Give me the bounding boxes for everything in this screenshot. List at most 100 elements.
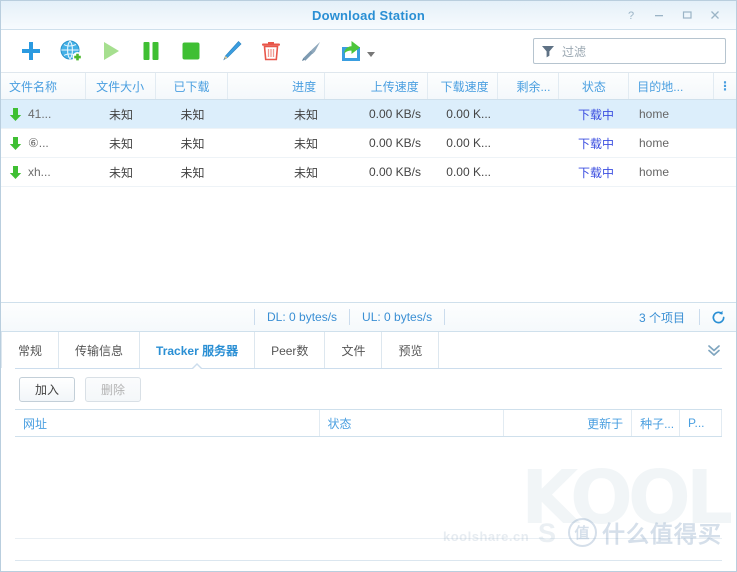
vertical-dots-icon[interactable]: ⋮ [714,73,736,99]
tab-tracker[interactable]: Tracker 服务器 [140,332,256,370]
cell-progress: 未知 [293,107,318,122]
share-button-icon-wrap[interactable] [331,34,371,68]
add-tracker-button[interactable]: 加入 [19,376,75,402]
pause-button[interactable] [131,34,171,68]
column-header-size[interactable]: 文件大小 [86,73,156,99]
table-row[interactable]: 41... 未知 未知 未知 0.00 KB/s 0.00 K... 下载中 h… [1,100,736,129]
status-bar: DL: 0 bytes/s UL: 0 bytes/s 3 个项目 [1,302,736,332]
cell-name: xh... [1,158,86,186]
window-bottom-edge [1,569,736,571]
refresh-icon [712,310,724,323]
cell-remaining [499,158,561,186]
double-chevron-down-icon [708,345,720,356]
column-header-progress[interactable]: 进度 [228,73,326,99]
cell-destination: home [639,107,670,121]
tracker-body-bottom-line [15,560,722,561]
tracker-column-peers[interactable]: P... [680,410,722,436]
filter-placeholder: 过滤 [562,44,587,59]
cell-destination: home [639,136,670,150]
cell-download: 0.00 K... [446,165,491,179]
upload-rate-label: UL: 0 bytes/s [349,309,446,325]
clear-completed-button[interactable] [291,34,331,68]
download-station-window: Download Station ? 过滤 文件名称 文件大小 已下载 进度 上… [0,0,737,572]
share-dropdown-caret[interactable] [367,51,375,57]
tracker-body-divider [15,538,722,539]
cell-download: 0.00 K... [446,136,491,150]
trash-icon [262,42,280,61]
cell-download: 0.00 K... [446,107,491,121]
main-toolbar: 过滤 [1,30,736,73]
svg-text:?: ? [627,10,633,21]
tracker-column-updated[interactable]: 更新于 [504,410,633,436]
cell-size: 未知 [108,165,133,180]
refresh-button[interactable] [699,309,736,325]
table-row[interactable]: ⑥... 未知 未知 未知 0.00 KB/s 0.00 K... 下载中 ho… [1,129,736,158]
task-table-header: 文件名称 文件大小 已下载 进度 上传速度 下载速度 剩余... 状态 目的地.… [1,73,736,100]
tab-transfer[interactable]: 传输信息 [59,332,141,368]
column-header-name[interactable]: 文件名称 [1,73,86,99]
status-bar-right: 3 个项目 [625,309,736,326]
delete-tracker-button: 删除 [85,376,141,402]
window-controls: ? [623,8,736,23]
delete-button[interactable] [251,34,291,68]
column-header-remaining[interactable]: 剩余... [498,73,560,99]
download-arrow-icon [9,136,22,150]
task-table-body: 41... 未知 未知 未知 0.00 KB/s 0.00 K... 下载中 h… [1,100,736,302]
tracker-table-body [15,437,722,571]
stop-button[interactable] [171,34,211,68]
cell-name-text: 41... [28,107,52,121]
collapse-panel-button[interactable] [692,332,736,368]
tracker-action-row: 加入 删除 [1,369,736,409]
tracker-column-seeds[interactable]: 种子... [632,410,681,436]
add-url-button[interactable] [51,34,91,68]
cell-done: 未知 [180,107,205,122]
pencil-icon [223,40,242,61]
table-row[interactable]: xh... 未知 未知 未知 0.00 KB/s 0.00 K... 下载中 h… [1,158,736,187]
cell-progress: 未知 [293,165,318,180]
edit-button[interactable] [211,34,251,68]
resume-button[interactable] [91,34,131,68]
cell-progress: 未知 [293,136,318,151]
tab-general[interactable]: 常规 [1,332,60,368]
maximize-button[interactable] [679,8,694,23]
column-header-done[interactable]: 已下载 [156,73,229,99]
close-button[interactable] [707,8,722,23]
tracker-table-header: 网址 状态 更新于 种子... P... [15,409,722,437]
funnel-icon [542,46,554,58]
cell-status: 下载中 [577,136,614,151]
cell-done: 未知 [180,165,205,180]
filter-input[interactable]: 过滤 [533,38,726,64]
pause-icon [143,42,159,60]
share-button[interactable] [331,34,375,68]
item-count-label: 3 个项目 [638,310,685,325]
cell-done: 未知 [180,136,205,151]
cell-status: 下载中 [577,107,614,122]
column-header-status[interactable]: 状态 [559,73,630,99]
title-bar: Download Station ? [1,1,736,30]
minimize-button[interactable] [651,8,666,23]
play-icon [104,42,119,60]
tracker-column-url[interactable]: 网址 [15,410,320,436]
download-arrow-icon [9,165,22,179]
cell-name: ⑥... [1,129,86,157]
tab-preview[interactable]: 预览 [382,332,440,368]
tab-peers[interactable]: Peer数 [255,332,326,368]
column-header-destination[interactable]: 目的地... [629,73,715,99]
column-header-download[interactable]: 下载速度 [428,73,498,99]
detail-tab-bar: 常规 传输信息 Tracker 服务器 Peer数 文件 预览 [1,332,736,370]
help-button[interactable]: ? [623,8,638,23]
add-task-button[interactable] [11,34,51,68]
cell-size: 未知 [108,107,133,122]
broom-icon [302,42,320,61]
stop-icon [182,42,200,60]
cell-name: 41... [1,100,86,128]
tracker-column-status[interactable]: 状态 [320,410,505,436]
column-header-upload[interactable]: 上传速度 [325,73,428,99]
download-rate-label: DL: 0 bytes/s [254,309,349,325]
cell-upload: 0.00 KB/s [368,136,421,150]
share-icon [342,41,360,61]
tab-files[interactable]: 文件 [325,332,383,368]
cell-name-text: ⑥... [28,136,49,150]
cell-upload: 0.00 KB/s [368,107,421,121]
cell-remaining [499,100,561,128]
